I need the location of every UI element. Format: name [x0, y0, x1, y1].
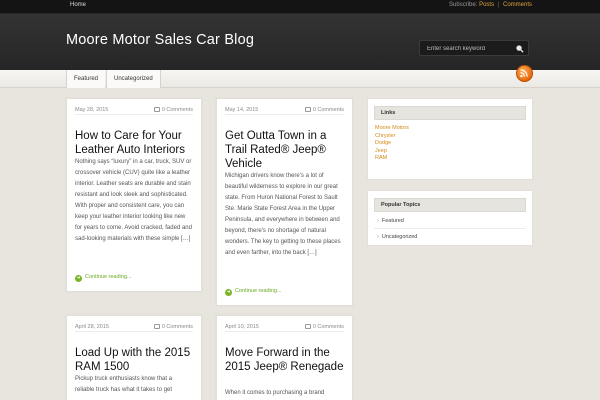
post-excerpt: Nothing says “luxury” in a car, truck, S…: [75, 159, 192, 242]
tab-uncategorized[interactable]: Uncategorized: [106, 70, 161, 88]
comment-bubble-icon: [304, 107, 311, 112]
post-comments-link[interactable]: 0 Comments: [304, 107, 344, 113]
post-meta: May 14, 2015 0 Comments: [225, 107, 344, 115]
sidebar-link-ram[interactable]: RAM: [375, 155, 409, 163]
chevron-right-icon: ›: [377, 234, 379, 240]
comment-bubble-icon: [153, 324, 160, 329]
post-meta: April 10, 2015 0 Comments: [225, 324, 344, 332]
rss-icon[interactable]: [516, 65, 533, 82]
search-input[interactable]: [427, 43, 512, 54]
links-list: Moore Motors Chrysler Dodge Jeep RAM: [375, 125, 409, 163]
post-comments-link[interactable]: 0 Comments: [153, 107, 193, 113]
subscribe-separator: |: [497, 2, 500, 8]
topics-list: › Featured › Uncategorized: [374, 213, 526, 245]
search-box: [419, 40, 529, 56]
tab-featured[interactable]: Featured: [66, 70, 106, 88]
topic-item-uncategorized[interactable]: › Uncategorized: [374, 229, 526, 245]
post-excerpt: When it comes to purchasing a brand: [225, 390, 325, 396]
sidebar-link-moore-motors[interactable]: Moore Motors: [375, 125, 409, 133]
post-excerpt: Michigan drivers know there’s a lot of b…: [225, 173, 341, 256]
links-widget-title: Links: [374, 106, 526, 120]
search-icon[interactable]: [515, 44, 524, 53]
post-meta: May 28, 2015 0 Comments: [75, 107, 193, 115]
post-title[interactable]: How to Care for Your Leather Auto Interi…: [75, 129, 195, 157]
post-meta: April 28, 2015 0 Comments: [75, 324, 193, 332]
sidebar-link-jeep[interactable]: Jeep: [375, 148, 409, 156]
post-title[interactable]: Move Forward in the 2015 Jeep® Renegade: [225, 346, 346, 374]
continue-reading-link[interactable]: ➜ Continue reading...: [75, 274, 131, 282]
post-comments-link[interactable]: 0 Comments: [153, 324, 193, 330]
subscribe-posts-link[interactable]: Posts: [479, 2, 494, 8]
post-date: April 28, 2015: [75, 324, 109, 330]
arrow-right-icon: ➜: [225, 289, 232, 296]
post-comments-link[interactable]: 0 Comments: [304, 324, 344, 330]
site-title[interactable]: Moore Motor Sales Car Blog: [66, 32, 254, 48]
comment-bubble-icon: [304, 324, 311, 329]
popular-topics-widget: Popular Topics › Featured › Uncategorized: [367, 190, 533, 246]
subscribe-comments-link[interactable]: Comments: [503, 2, 532, 8]
sidebar-link-chrysler[interactable]: Chrysler: [375, 133, 409, 141]
comment-bubble-icon: [153, 107, 160, 112]
continue-reading-link[interactable]: ➜ Continue reading...: [225, 288, 281, 296]
post-card: April 10, 2015 0 Comments Move Forward i…: [216, 315, 353, 400]
sidebar-link-dodge[interactable]: Dodge: [375, 140, 409, 148]
post-title[interactable]: Load Up with the 2015 RAM 1500: [75, 346, 195, 374]
post-excerpt: Pickup truck enthusiasts know that a rel…: [75, 376, 173, 393]
popular-topics-title: Popular Topics: [374, 198, 526, 212]
subscribe-area: Subscribe: Posts | Comments: [449, 2, 532, 8]
post-title[interactable]: Get Outta Town in a Trail Rated® Jeep® V…: [225, 129, 346, 171]
subscribe-label: Subscribe:: [449, 2, 478, 8]
arrow-right-icon: ➜: [75, 275, 82, 282]
chevron-right-icon: ›: [377, 218, 379, 224]
post-date: May 28, 2015: [75, 107, 109, 113]
post-date: May 14, 2015: [225, 107, 259, 113]
category-nav: Featured Uncategorized: [0, 70, 600, 88]
top-bar: Home Subscribe: Posts | Comments: [0, 0, 600, 14]
post-card: May 14, 2015 0 Comments Get Outta Town i…: [216, 98, 353, 306]
post-card: May 28, 2015 0 Comments How to Care for …: [66, 98, 202, 292]
post-card: April 28, 2015 0 Comments Load Up with t…: [66, 315, 202, 400]
post-date: April 10, 2015: [225, 324, 259, 330]
home-link[interactable]: Home: [70, 2, 86, 8]
site-header: Moore Motor Sales Car Blog: [0, 14, 600, 70]
links-widget: Links Moore Motors Chrysler Dodge Jeep R…: [367, 98, 533, 180]
topic-item-featured[interactable]: › Featured: [374, 213, 526, 229]
